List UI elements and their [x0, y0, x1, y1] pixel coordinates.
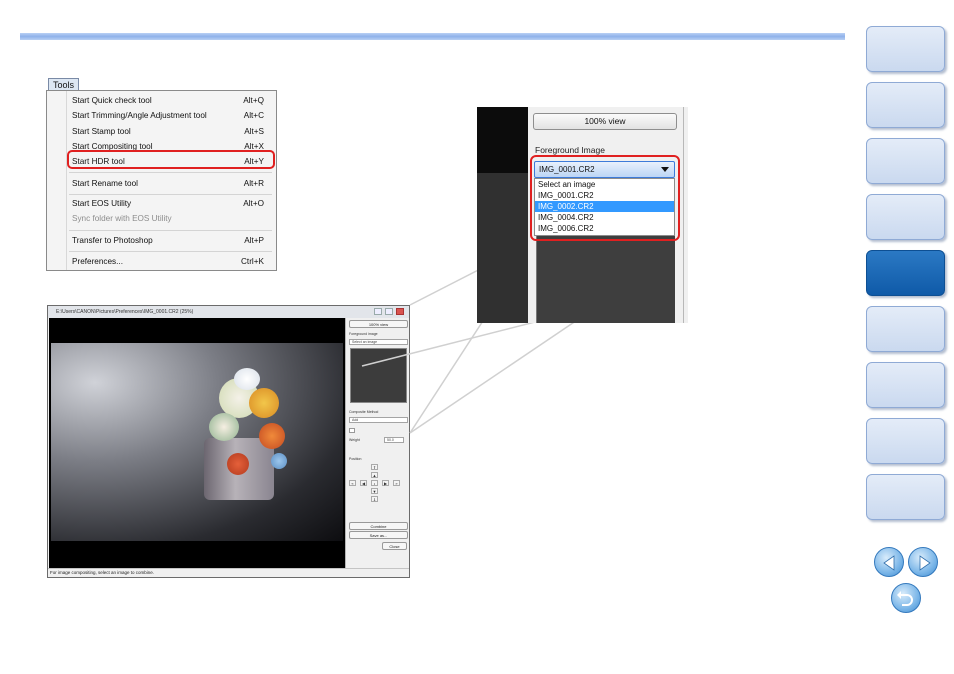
move-left-icon[interactable]: ◀	[360, 480, 367, 486]
move-bottom-icon[interactable]: ⇓	[371, 496, 378, 502]
flower-bloom	[234, 368, 260, 390]
weight-label: Weight	[349, 438, 360, 442]
composite-method-label: Composite Method	[349, 410, 379, 414]
header-rule	[20, 33, 845, 40]
nav-tab-9[interactable]	[866, 474, 945, 520]
flower-bloom	[227, 453, 249, 475]
combine-button[interactable]: Combine	[349, 522, 408, 530]
zoom-panel-edge	[683, 107, 684, 323]
view-100-button[interactable]: 100% view	[349, 320, 408, 328]
weight-field[interactable]: 50.0	[384, 437, 404, 443]
menu-item-photoshop[interactable]: Transfer to Photoshop Alt+P	[72, 234, 264, 247]
compositing-highlight-frame	[67, 150, 275, 169]
flower-bloom	[209, 413, 239, 441]
flower-bloom	[271, 453, 287, 469]
close-button[interactable]: Close	[382, 542, 407, 550]
image-preview	[49, 318, 345, 570]
prev-page-icon[interactable]	[874, 547, 904, 577]
nav-tab-2[interactable]	[866, 82, 945, 128]
foreground-label: Foreground image	[349, 332, 378, 336]
next-page-icon[interactable]	[908, 547, 938, 577]
save-as-button[interactable]: Save as...	[349, 531, 408, 539]
zoom-image-area	[477, 173, 528, 323]
menu-gutter	[66, 91, 67, 270]
flower-bloom	[259, 423, 285, 449]
composite-method-select[interactable]: Add	[349, 417, 408, 423]
minimize-icon[interactable]	[374, 308, 382, 315]
foreground-select[interactable]: Select an image	[349, 339, 408, 345]
menu-separator	[69, 230, 272, 231]
compositing-window: E:\Users\CANON\Pictures\Preferences\IMG_…	[47, 305, 410, 578]
menu-item-preferences[interactable]: Preferences... Ctrl+K	[72, 255, 264, 268]
nav-tab-3[interactable]	[866, 138, 945, 184]
menu-separator	[69, 172, 272, 173]
menu-item-eos-utility[interactable]: Start EOS Utility Alt+O	[72, 197, 264, 210]
nav-tab-8[interactable]	[866, 418, 945, 464]
zoom-view-100-button[interactable]: 100% view	[533, 113, 677, 130]
close-icon[interactable]	[396, 308, 404, 315]
menu-item-stamp[interactable]: Start Stamp tool Alt+S	[72, 125, 264, 138]
menu-item-sync-folder: Sync folder with EOS Utility	[72, 214, 172, 223]
tools-menu-dropdown: Start Quick check tool Alt+Q Start Trimmi…	[46, 90, 277, 271]
menu-separator	[69, 251, 272, 252]
window-title: E:\Users\CANON\Pictures\Preferences\IMG_…	[48, 306, 409, 318]
menu-item-rename[interactable]: Start Rename tool Alt+R	[72, 177, 264, 190]
dropdown-highlight-frame	[530, 155, 680, 241]
nav-tab-4[interactable]	[866, 194, 945, 240]
zoom-foreground-label: Foreground Image	[535, 145, 605, 155]
move-rightmost-icon[interactable]: »	[393, 480, 400, 486]
move-top-icon[interactable]: ⇑	[371, 464, 378, 470]
menu-item-trimming[interactable]: Start Trimming/Angle Adjustment tool Alt+…	[72, 109, 264, 122]
compositing-panel: 100% view Foreground image Select an ima…	[345, 318, 409, 570]
foreground-preview	[350, 348, 407, 403]
move-up-icon[interactable]: ▲	[371, 472, 378, 478]
nav-tab-5-active[interactable]	[866, 250, 945, 296]
nav-tab-6[interactable]	[866, 306, 945, 352]
menu-item-quick-check[interactable]: Start Quick check tool Alt+Q	[72, 94, 264, 107]
zoom-image-area	[477, 107, 528, 173]
status-bar: For image compositing, select an image t…	[48, 568, 409, 577]
move-down-icon[interactable]: ▼	[371, 488, 378, 494]
maximize-icon[interactable]	[385, 308, 393, 315]
position-label: Position	[349, 457, 362, 461]
nav-tab-7[interactable]	[866, 362, 945, 408]
tools-menu: Tools Start Quick check tool Alt+Q Start …	[46, 78, 277, 271]
return-icon[interactable]	[891, 583, 921, 613]
photo-background	[51, 343, 343, 541]
menu-separator	[69, 194, 272, 195]
move-leftmost-icon[interactable]: «	[349, 480, 356, 486]
move-right-icon[interactable]: ▶	[382, 480, 389, 486]
nav-tab-1[interactable]	[866, 26, 945, 72]
zoom-foreground-preview	[536, 236, 675, 323]
flower-bloom	[249, 388, 279, 418]
center-icon[interactable]: •	[371, 480, 378, 486]
option-checkbox[interactable]	[349, 428, 355, 433]
